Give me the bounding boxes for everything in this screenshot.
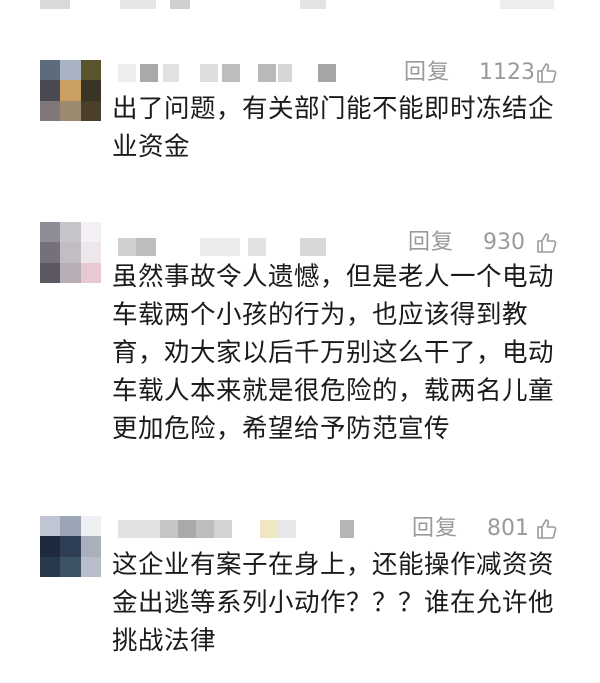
like-count: 801 [487, 516, 529, 541]
username-pixelated[interactable] [118, 520, 388, 538]
avatar[interactable] [40, 516, 101, 577]
reply-button[interactable]: 回复 [408, 230, 454, 256]
username-pixelated[interactable] [118, 238, 388, 256]
cropped-previous-content [0, 0, 600, 10]
like-count: 1123 [479, 60, 535, 85]
comment-list: 回复 1123 出了问题，有关部门能不能即时冻结企 业资金 回复 930 虽然事… [0, 0, 600, 683]
thumbs-up-icon[interactable] [535, 231, 559, 255]
avatar[interactable] [40, 60, 101, 121]
comment-text: 这企业有案子在身上，还能操作减资资 金出逃等系列小动作？？？谁在允许他 挑战法律 [112, 550, 555, 656]
reply-button[interactable]: 回复 [412, 516, 458, 542]
comment-text: 出了问题，有关部门能不能即时冻结企 业资金 [112, 94, 555, 162]
like-count: 930 [483, 230, 525, 255]
thumbs-up-icon[interactable] [535, 517, 559, 541]
comment-text: 虽然事故令人遗憾，但是老人一个电动 车载两个小孩的行为，也应该得到教 育，劝大家… [112, 262, 555, 444]
thumbs-up-icon[interactable] [535, 61, 559, 85]
reply-button[interactable]: 回复 [404, 60, 450, 86]
username-pixelated[interactable] [118, 64, 388, 82]
avatar[interactable] [40, 222, 101, 283]
